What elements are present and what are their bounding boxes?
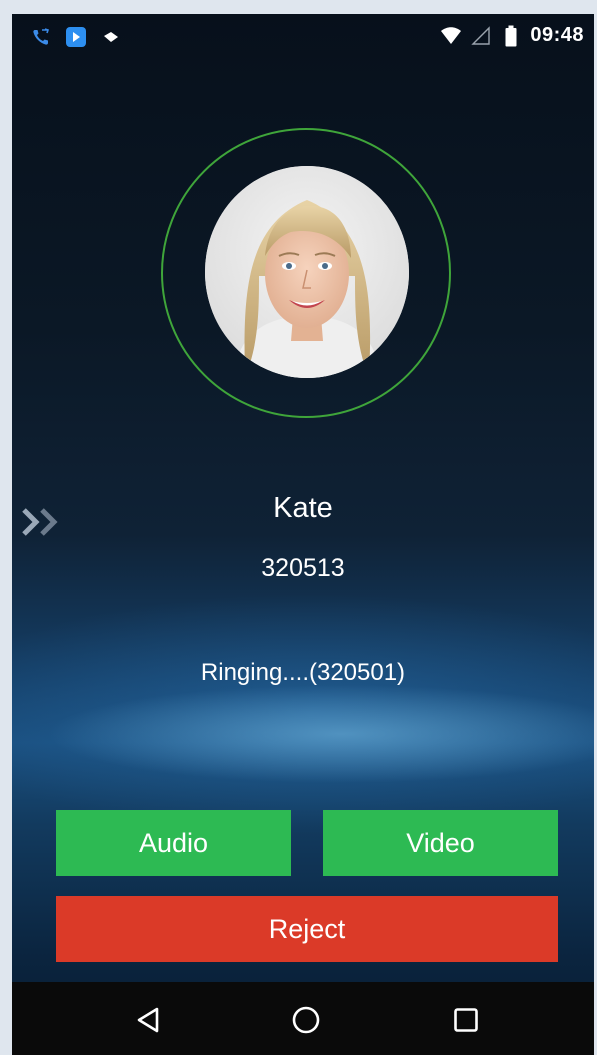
app-icon <box>66 27 86 47</box>
status-bar-right: 09:48 <box>440 24 584 47</box>
home-button[interactable] <box>286 1000 326 1040</box>
call-status: Ringing....(320501) <box>200 659 406 686</box>
status-bar: 09:48 <box>12 14 594 66</box>
home-icon <box>292 1006 320 1034</box>
back-icon <box>137 1007 159 1033</box>
caller-number: 320513 <box>261 554 345 582</box>
incoming-call-screen: 09:48 Kate 320513 Ringing....(320501) Au… <box>12 14 594 1055</box>
reject-button[interactable]: Reject <box>56 896 558 962</box>
caller-avatar <box>205 166 409 378</box>
status-time: 09:48 <box>530 24 584 46</box>
navigation-bar <box>12 982 594 1055</box>
back-button[interactable] <box>128 1000 168 1040</box>
battery-icon <box>500 25 522 47</box>
audio-answer-button[interactable]: Audio <box>56 810 291 876</box>
notification-icon <box>100 26 122 48</box>
recents-button[interactable] <box>446 1000 486 1040</box>
phone-call-icon <box>30 26 52 48</box>
video-answer-button[interactable]: Video <box>323 810 558 876</box>
signal-icon <box>470 25 492 47</box>
recents-icon <box>454 1008 478 1032</box>
status-bar-left <box>30 26 122 48</box>
wifi-icon <box>440 25 462 47</box>
avatar-portrait-icon <box>205 166 409 378</box>
screenshot-frame: 09:48 Kate 320513 Ringing....(320501) Au… <box>0 0 597 1055</box>
caller-name: Kate <box>273 492 333 524</box>
